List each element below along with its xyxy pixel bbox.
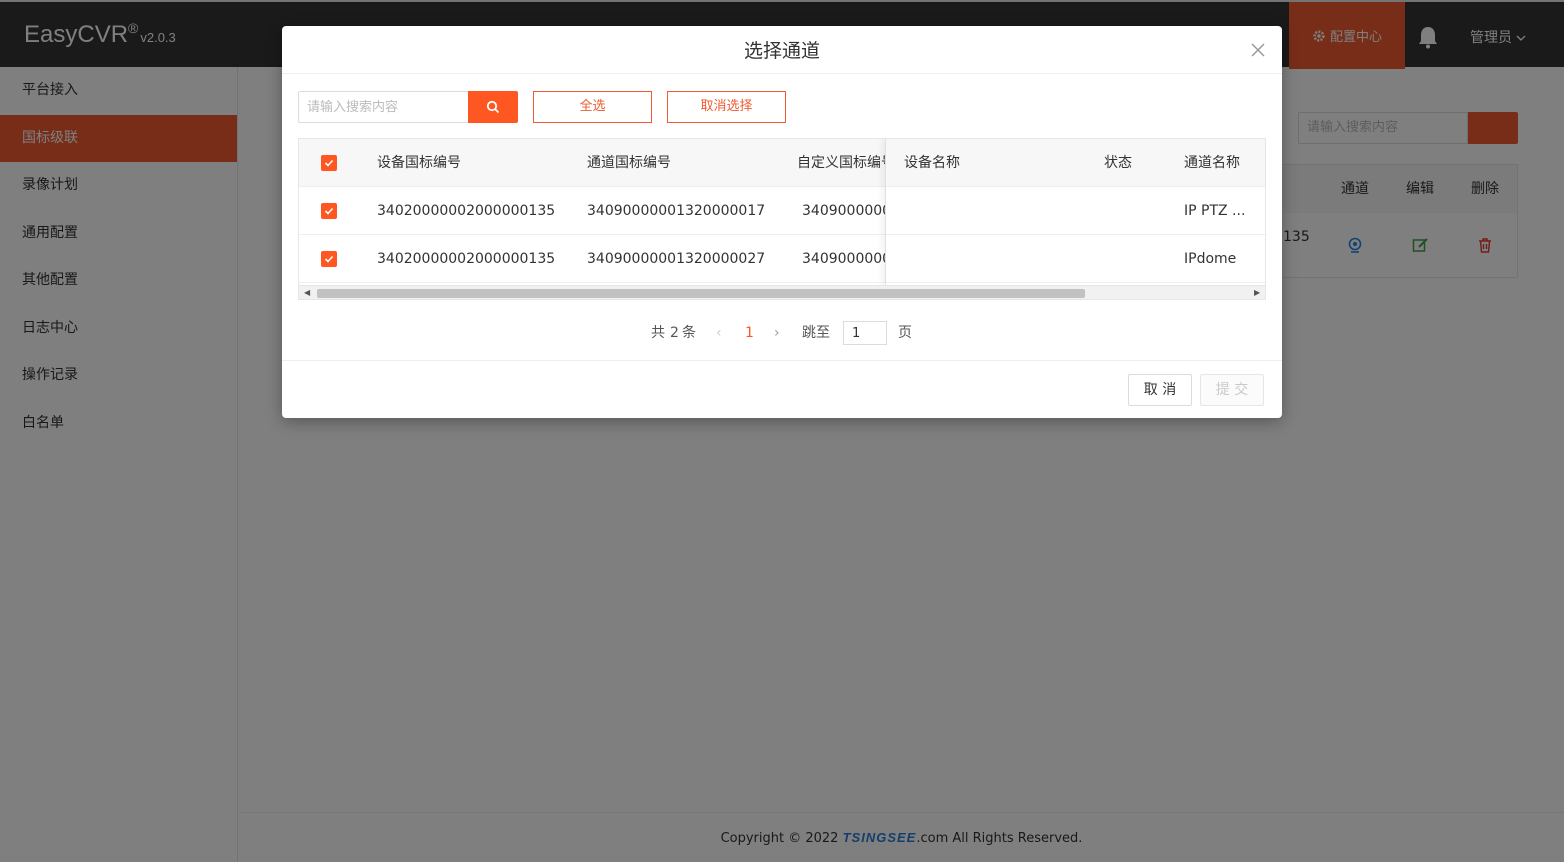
fixed-right-columns: 设备名称 状态 通道名称 IP PTZ ... IPdome xyxy=(885,139,1265,285)
channel-search-button[interactable] xyxy=(468,91,518,123)
channel-search-input[interactable] xyxy=(298,91,468,123)
cell-custom-id: 3409000000 xyxy=(802,251,885,267)
deselect-button[interactable]: 取消选择 xyxy=(667,91,786,123)
col-device-name: 设备名称 xyxy=(904,155,960,171)
search-icon xyxy=(486,100,500,114)
page-jump-input[interactable] xyxy=(843,321,887,345)
pagination: 共 2 条 ‹ 1 › 跳至 页 xyxy=(282,320,1282,346)
cell-device-id: 34020000002000000135 xyxy=(377,203,556,219)
cell-channel-name: IPdome xyxy=(1184,251,1237,267)
select-channel-dialog: 选择通道 全选 取消选择 设备国标编号 通道国标编号 自定义国标编号 34020… xyxy=(282,26,1282,418)
col-status: 状态 xyxy=(1104,155,1132,171)
current-page[interactable]: 1 xyxy=(745,320,754,346)
horizontal-scrollbar[interactable]: ◀ ▶ xyxy=(299,285,1265,299)
col-channel-id: 通道国标编号 xyxy=(587,155,671,171)
cell-custom-id: 3409000000 xyxy=(802,203,885,219)
close-icon[interactable] xyxy=(1250,42,1266,58)
col-channel-name: 通道名称 xyxy=(1184,155,1240,171)
scroll-right-arrow-icon[interactable]: ▶ xyxy=(1254,287,1260,299)
dialog-footer-divider xyxy=(282,360,1282,361)
row-checkbox[interactable] xyxy=(321,251,337,267)
select-all-button[interactable]: 全选 xyxy=(533,91,652,123)
prev-page-icon[interactable]: ‹ xyxy=(716,320,722,346)
cell-channel-name: IP PTZ ... xyxy=(1184,203,1246,219)
cell-channel-id: 34090000001320000017 xyxy=(587,203,766,219)
scrollbar-thumb[interactable] xyxy=(317,289,1085,298)
dialog-title: 选择通道 xyxy=(282,26,1282,74)
total-count: 2 xyxy=(670,325,679,341)
page-suffix: 页 xyxy=(898,325,912,341)
row-checkbox[interactable] xyxy=(321,203,337,219)
next-page-icon[interactable]: › xyxy=(774,320,780,346)
channel-table: 设备国标编号 通道国标编号 自定义国标编号 340200000020000001… xyxy=(298,138,1266,300)
cell-device-id: 34020000002000000135 xyxy=(377,251,556,267)
total-suffix: 条 xyxy=(682,325,696,341)
scroll-left-arrow-icon[interactable]: ◀ xyxy=(304,287,310,299)
col-device-id: 设备国标编号 xyxy=(377,155,461,171)
col-custom-id: 自定义国标编号 xyxy=(797,155,885,171)
cancel-button[interactable]: 取 消 xyxy=(1128,374,1192,406)
submit-button[interactable]: 提 交 xyxy=(1200,374,1264,406)
total-prefix: 共 xyxy=(651,325,665,341)
cell-channel-id: 34090000001320000027 xyxy=(587,251,766,267)
jump-label: 跳至 xyxy=(802,325,830,341)
select-all-checkbox[interactable] xyxy=(321,155,337,171)
